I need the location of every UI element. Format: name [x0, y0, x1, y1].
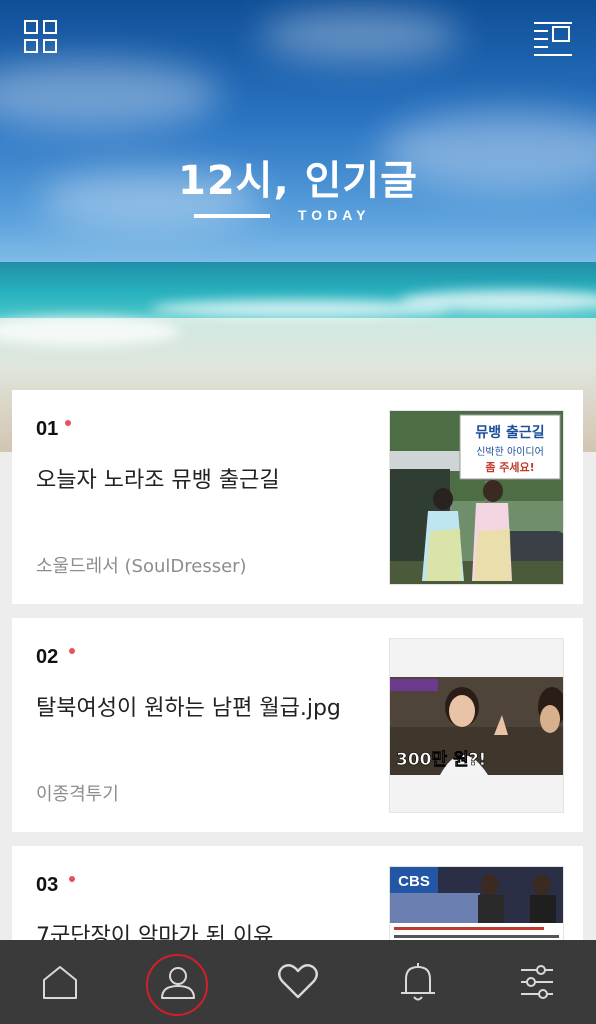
settings-sliders-icon[interactable] — [477, 940, 596, 1024]
post-author: 이종격투기 — [36, 784, 119, 805]
post-thumbnail: 뮤뱅 출근길 신박한 아이디어 좀 주세요! — [389, 410, 564, 585]
post-card-2[interactable]: 02 탈북여성이 원하는 남편 월급.jpg 이종격투기 300만 원?! — [12, 618, 583, 832]
post-rank: 03 — [36, 874, 59, 896]
list-gallery-icon[interactable] — [534, 20, 572, 56]
thumb-caption: 300만 원?! — [396, 750, 486, 770]
bell-icon[interactable] — [358, 940, 477, 1024]
cloud — [260, 10, 460, 60]
active-tab-indicator — [146, 954, 208, 1016]
bottom-navigation — [0, 940, 596, 1024]
title-underline — [194, 214, 270, 218]
new-dot-indicator — [69, 648, 75, 654]
page-subtitle: TODAY — [298, 207, 371, 223]
post-card-1[interactable]: 01 오늘자 노라조 뮤뱅 출근길 소울드레서 (SoulDresser) 뮤뱅… — [12, 390, 583, 604]
post-title: 오늘자 노라조 뮤뱅 출근길 — [36, 468, 280, 493]
thumb-sign-text: 신박한 아이디어 — [476, 446, 544, 458]
post-rank: 01 — [36, 418, 59, 440]
post-author: 소울드레서 (SoulDresser) — [36, 556, 247, 577]
hero-banner: 12시, 인기글 TODAY — [0, 0, 596, 452]
new-dot-indicator — [69, 876, 75, 882]
home-icon[interactable] — [0, 940, 119, 1024]
thumb-sign-text: 좀 주세요! — [485, 460, 534, 474]
post-rank: 02 — [36, 646, 59, 668]
post-thumbnail: 300만 원?! — [389, 638, 564, 813]
heart-icon[interactable] — [238, 940, 357, 1024]
grid-menu-icon[interactable] — [24, 20, 60, 56]
new-dot-indicator — [65, 420, 71, 426]
page-title: 12시, 인기글 — [178, 158, 418, 204]
thumb-sign-text: 뮤뱅 출근길 — [475, 424, 544, 441]
thumb-logo: CBS — [398, 873, 430, 890]
post-title: 탈북여성이 원하는 남편 월급.jpg — [36, 696, 341, 721]
